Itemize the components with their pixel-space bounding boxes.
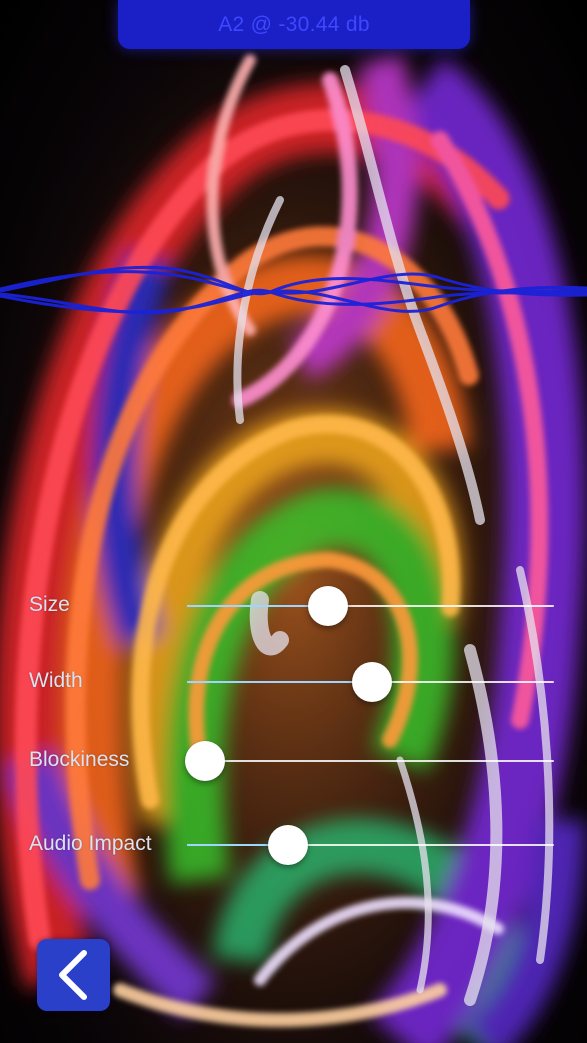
audio-impact-slider-track[interactable] [187,844,554,846]
size-slider-track[interactable] [187,605,554,607]
size-label: Size [29,593,70,616]
blockiness-slider-track[interactable] [187,760,554,762]
blockiness-slider-thumb[interactable] [185,741,226,781]
audio-impact-label: Audio Impact [29,832,152,855]
control-blockiness: Blockiness [0,739,587,783]
size-slider-thumb[interactable] [308,586,349,626]
blockiness-label: Blockiness [29,748,130,771]
control-audio-impact: Audio Impact [0,823,587,867]
size-slider-fill [187,605,329,607]
audio-impact-slider-thumb[interactable] [267,825,308,865]
audio-note-readout: A2 @ -30.44 db [118,0,470,49]
visualizer-canvas[interactable] [0,0,587,1043]
control-size: Size [0,584,587,628]
control-width: Width [0,660,587,704]
chevron-left-icon [58,950,87,1000]
width-slider-fill [187,681,372,683]
width-label: Width [29,669,83,692]
note-readout-text: A2 @ -30.44 db [218,12,370,36]
back-button[interactable] [37,939,110,1011]
width-slider-thumb[interactable] [351,662,392,702]
visualizer-screen: A2 @ -30.44 db Size Width Blockiness Aud… [0,0,587,1043]
